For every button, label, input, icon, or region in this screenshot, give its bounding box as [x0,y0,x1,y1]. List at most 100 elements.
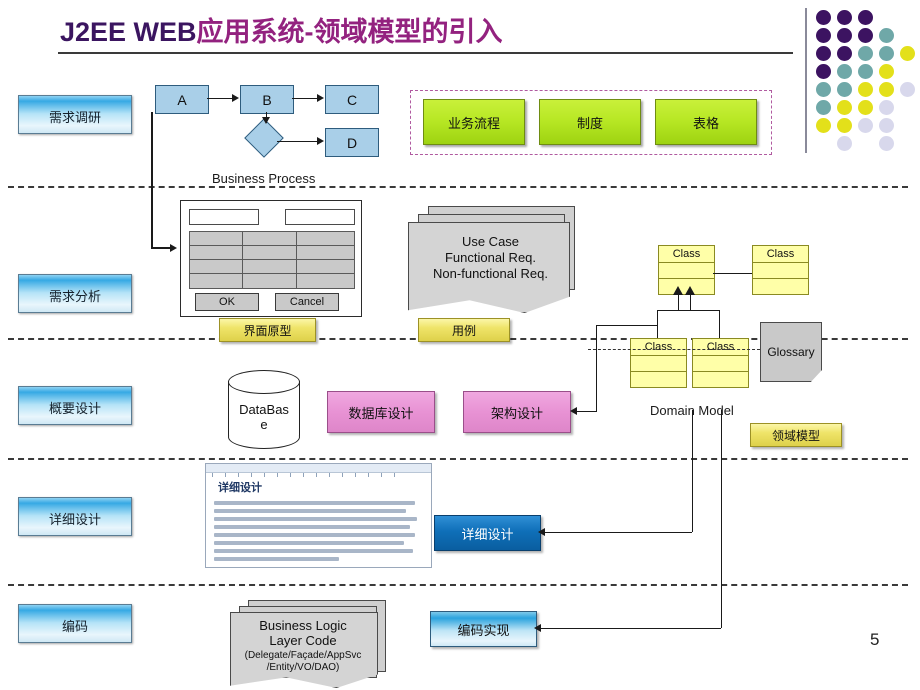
decorative-dot [858,82,873,97]
mockup-field-left[interactable] [189,209,259,225]
decorative-dot [816,46,831,61]
mockup-field-right[interactable] [285,209,355,225]
use-case-line-2: Functional Req. [444,250,537,265]
tag-use-case[interactable]: 用例 [418,318,510,342]
phase-chip-coding[interactable]: 编码 [18,604,132,643]
flow-node-label: C [346,91,358,108]
box-database-design[interactable]: 数据库设计 [327,391,435,433]
decorative-dot [816,64,831,79]
connector-code-arrowhead [534,624,541,632]
box-detailed-design[interactable]: 详细设计 [434,515,541,551]
decorative-dot [816,100,831,115]
uml-gen-horizontal [657,310,720,311]
code-line-1: Business Logic [259,618,347,633]
decorative-dot [858,10,873,25]
uml-class-assoc[interactable]: Class [752,245,809,295]
flow-arrowhead-diamond-d [317,137,324,145]
decorative-dot [858,64,873,79]
code-document-stack[interactable]: Business Logic Layer Code (Delegate/Faça… [230,600,390,688]
phase-chip-outline-design[interactable]: 概要设计 [18,386,132,425]
flow-node-b[interactable]: B [240,85,294,114]
phase-chip-requirements-research[interactable]: 需求调研 [18,95,132,134]
detailed-design-document-screenshot[interactable]: 详细设计 [205,463,432,568]
connector-arch-arrowhead [570,407,577,415]
uml-gen-drop-right [719,328,720,338]
green-box-label: 业务流程 [447,115,500,131]
decorative-dot [858,46,873,61]
uml-class-name: Class [659,246,714,263]
connector-arch-vertical [596,325,597,411]
flow-node-c[interactable]: C [325,85,379,114]
green-box-business-flow[interactable]: 业务流程 [423,99,525,145]
decorative-dot [816,28,831,43]
ui-prototype-mockup[interactable]: OK Cancel [180,200,362,317]
glossary-note[interactable]: Glossary [760,322,822,382]
box-code-implementation[interactable]: 编码实现 [430,611,537,647]
connector-arch-horizontal-top [596,325,658,326]
phase-divider-3 [8,458,908,460]
connector-glossary-dashed [588,349,760,350]
flow-node-a[interactable]: A [155,85,209,114]
decorative-dot [900,82,915,97]
phase-label: 概要设计 [48,401,101,416]
uml-gen-drop-left [657,328,658,338]
inputs-panel: 业务流程 制度 表格 [410,90,772,155]
connector-detail-horizontal [544,532,692,533]
mockup-cancel-button[interactable]: Cancel [275,293,339,311]
decorative-dot [837,100,852,115]
green-box-system[interactable]: 制度 [539,99,641,145]
flow-node-d[interactable]: D [325,128,379,157]
decorative-dot [837,28,852,43]
decorative-dot [837,46,852,61]
box-architecture-design[interactable]: 架构设计 [463,391,571,433]
decorative-dot [879,100,894,115]
uml-class-name: Class [631,339,686,356]
decorative-dot [900,46,915,61]
connector-flow-to-mockup-vertical [151,112,153,247]
flow-decision-diamond[interactable] [244,118,284,158]
page-number: 5 [870,630,880,649]
uml-gen-arrowhead-a [673,286,683,295]
uml-class-child-left[interactable]: Class [630,338,687,388]
mockup-data-grid[interactable] [189,231,355,289]
use-case-document-stack[interactable]: Use Case Functional Req. Non-functional … [408,206,575,313]
page-title: J2EE WEB应用系统-领域模型的引入 [60,10,503,49]
decorative-dot [837,136,852,151]
decorative-dot [879,46,894,61]
flow-arrow-b-c [292,98,318,99]
decorative-dot [879,136,894,151]
flow-arrowhead-b-c [317,94,324,102]
decorative-dot [858,28,873,43]
tag-ui-prototype[interactable]: 界面原型 [219,318,316,342]
decorative-dot [879,118,894,133]
phase-divider-4 [8,584,908,586]
decorative-dot [879,28,894,43]
green-box-label: 制度 [576,115,603,131]
page-title-en: J2EE WEB [60,17,197,47]
decorative-dot [816,82,831,97]
doc-body-text [214,501,423,561]
mockup-ok-button[interactable]: OK [195,293,259,311]
uml-class-child-right[interactable]: Class [692,338,749,388]
tag-domain-model[interactable]: 领域模型 [750,423,842,447]
uml-association-line [713,273,752,274]
connector-detail-arrowhead [538,528,545,536]
decorative-dot [837,64,852,79]
decorative-dot [837,118,852,133]
green-box-forms[interactable]: 表格 [655,99,757,145]
decorative-dot [858,118,873,133]
uml-gen-stem-a [678,293,679,311]
phase-divider-1 [8,186,908,188]
flow-node-label: B [262,91,272,108]
flow-node-label: D [346,134,358,151]
flow-node-label: A [177,91,187,108]
decorative-dot [879,64,894,79]
phase-chip-requirements-analysis[interactable]: 需求分析 [18,274,132,313]
page-title-cn: 应用系统-领域模型的引入 [196,17,503,47]
decorative-dot [816,10,831,25]
phase-chip-detailed-design[interactable]: 详细设计 [18,497,132,536]
code-line-4: /Entity/VO/DAO) [266,662,340,673]
database-cylinder: DataBas e [228,370,300,449]
connector-code-horizontal [540,628,721,629]
flow-arrow-a-b [207,98,233,99]
